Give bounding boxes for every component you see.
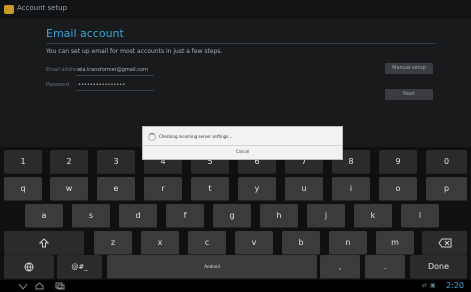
key-b[interactable]: b xyxy=(282,231,320,255)
app-title: Account setup xyxy=(17,4,68,12)
key-3[interactable]: 3 xyxy=(97,150,135,174)
email-account-title: Email account xyxy=(46,27,124,40)
key-h[interactable]: h xyxy=(260,204,298,228)
app-icon xyxy=(4,5,14,14)
title-bar: Account setup xyxy=(0,0,471,20)
key-d[interactable]: d xyxy=(119,204,157,228)
globe-icon xyxy=(24,262,34,271)
key-z[interactable]: z xyxy=(94,231,132,255)
key-u[interactable]: u xyxy=(285,177,323,201)
key-e[interactable]: e xyxy=(97,177,135,201)
shift-icon xyxy=(38,237,50,247)
key-g[interactable]: g xyxy=(213,204,251,228)
password-field[interactable]: •••••••••••••••• xyxy=(78,82,125,88)
language-key[interactable] xyxy=(4,255,54,279)
dialog-divider xyxy=(143,145,342,146)
period-key[interactable]: . xyxy=(365,255,405,279)
key-9[interactable]: 9 xyxy=(379,150,417,174)
clock: 2:20 xyxy=(446,281,464,290)
key-x[interactable]: x xyxy=(141,231,179,255)
key-y[interactable]: y xyxy=(238,177,276,201)
backspace-icon xyxy=(437,238,451,247)
intro-text: You can set up email for most accounts i… xyxy=(46,48,223,55)
comma-key[interactable]: , xyxy=(320,255,360,279)
space-key[interactable]: Android xyxy=(107,255,317,279)
done-key[interactable]: Done xyxy=(410,255,467,279)
title-divider xyxy=(46,43,436,44)
key-l[interactable]: l xyxy=(401,204,439,228)
symbols-key[interactable]: @#_ xyxy=(57,255,102,279)
download-icon: ▣ xyxy=(430,282,436,289)
spinner-icon xyxy=(148,133,156,141)
dialog-message: Checking incoming server settings... xyxy=(159,134,233,139)
key-1[interactable]: 1 xyxy=(4,150,42,174)
backspace-key[interactable] xyxy=(422,231,467,255)
key-t[interactable]: t xyxy=(191,177,229,201)
recent-apps-icon[interactable] xyxy=(55,282,65,290)
key-r[interactable]: r xyxy=(144,177,182,201)
email-underline xyxy=(76,75,154,76)
key-o[interactable]: o xyxy=(379,177,417,201)
key-m[interactable]: m xyxy=(376,231,414,255)
shift-key[interactable] xyxy=(4,231,84,255)
manual-setup-button[interactable]: Manual setup xyxy=(385,63,433,74)
key-2[interactable]: 2 xyxy=(50,150,88,174)
key-p[interactable]: p xyxy=(426,177,467,201)
next-button[interactable]: Next xyxy=(385,89,433,100)
key-v[interactable]: v xyxy=(235,231,273,255)
usb-icon: ⇄ xyxy=(422,282,428,289)
password-label: Password xyxy=(46,82,70,88)
key-q[interactable]: q xyxy=(4,177,42,201)
key-i[interactable]: i xyxy=(332,177,370,201)
progress-dialog: Checking incoming server settings... Can… xyxy=(142,126,343,160)
key-0[interactable]: 0 xyxy=(426,150,467,174)
key-j[interactable]: j xyxy=(307,204,345,228)
password-underline xyxy=(76,90,154,91)
key-k[interactable]: k xyxy=(354,204,392,228)
email-label: Email address xyxy=(46,67,82,73)
system-bar: ⇄ ▣ 2:20 xyxy=(0,280,471,292)
key-f[interactable]: f xyxy=(166,204,204,228)
key-w[interactable]: w xyxy=(50,177,88,201)
key-n[interactable]: n xyxy=(329,231,367,255)
back-icon[interactable] xyxy=(18,283,28,290)
key-c[interactable]: c xyxy=(188,231,226,255)
key-s[interactable]: s xyxy=(72,204,110,228)
email-field[interactable]: ela.transformer@gmail.com xyxy=(78,67,148,73)
cancel-button[interactable]: Cancel xyxy=(143,149,342,154)
soft-keyboard: 1 2 3 4 5 6 7 8 9 0 q w e r t y u i o p … xyxy=(0,147,471,280)
key-a[interactable]: a xyxy=(25,204,63,228)
home-icon[interactable] xyxy=(35,282,44,290)
